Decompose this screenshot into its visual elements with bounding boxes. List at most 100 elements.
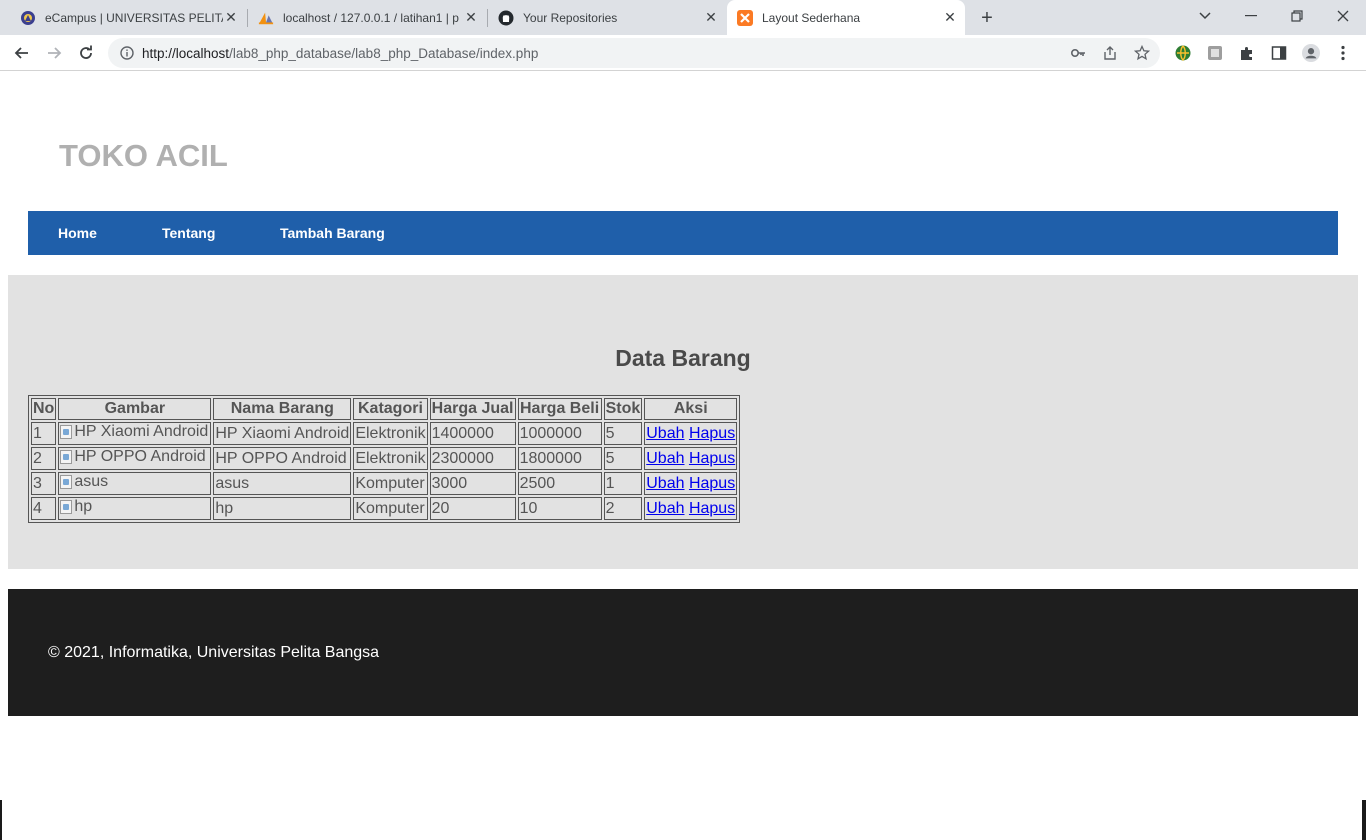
broken-image: asus [60,473,108,491]
table-row: 2 HP OPPO Android HP OPPO Android Elektr… [31,447,738,470]
ubah-link[interactable]: Ubah [646,450,684,467]
cell-harga-jual: 20 [429,497,516,520]
extension-image-icon[interactable] [1206,44,1224,62]
ubah-link[interactable]: Ubah [646,500,684,517]
back-arrow-icon[interactable] [10,41,34,65]
image-alt-text: HP Xiaomi Android [74,423,209,440]
broken-image-icon [60,450,73,464]
share-icon[interactable] [1102,45,1118,61]
hapus-link[interactable]: Hapus [689,500,735,517]
tab-title: Your Repositories [523,10,618,25]
cell-harga-jual: 2300000 [429,447,516,470]
close-window-icon[interactable] [1331,6,1355,26]
column-header: Gambar [58,398,212,420]
cell-harga-jual: 3000 [429,472,516,495]
browser-tab-layout-sederhana[interactable]: Layout Sederhana ✕ [727,0,965,35]
cell-kategori: Komputer [353,497,428,520]
site-info-icon[interactable] [120,46,134,65]
cell-stok: 5 [603,422,643,445]
main-nav: Home Tentang Tambah Barang [28,211,1338,255]
minimize-window-icon[interactable] [1239,6,1263,26]
cell-harga-jual: 1400000 [429,422,516,445]
image-alt-text: hp [74,498,93,515]
ubah-link[interactable]: Ubah [646,475,684,492]
tab-title: eCampus | UNIVERSITAS PELITA B [45,10,223,25]
broken-image-icon [60,475,73,489]
new-tab-button[interactable]: + [976,7,998,29]
cell-kategori: Elektronik [353,422,428,445]
close-tab-icon[interactable]: ✕ [704,10,718,24]
main-content: Data Barang No Gambar Nama Barang Katago… [8,275,1358,569]
tab-title: Layout Sederhana [762,10,861,25]
ubah-link[interactable]: Ubah [646,425,684,442]
tab-title: localhost / 127.0.0.1 / latihan1 | p [283,10,459,25]
cell-harga-beli: 10 [517,497,602,520]
campus-crest-icon [20,10,36,26]
forward-arrow-icon[interactable] [42,41,66,65]
web-page: TOKO ACIL Home Tentang Tambah Barang Dat… [0,72,1366,840]
cell-stok: 1 [603,472,643,495]
site-title: TOKO ACIL [59,138,228,173]
column-header: Harga Beli [517,398,602,420]
key-icon[interactable] [1070,45,1086,61]
url-text: http://localhost/lab8_php_database/lab8_… [142,46,538,61]
extension-globe-icon[interactable] [1174,44,1192,62]
nav-home-link[interactable]: Home [58,225,97,241]
image-alt-text: asus [74,473,109,490]
tab-search-chevron-icon[interactable] [1193,6,1217,26]
cell-no: 1 [31,422,57,445]
cell-gambar: HP OPPO Android [58,447,212,470]
cell-harga-beli: 2500 [517,472,602,495]
cell-nama: asus [213,472,352,495]
column-header: Stok [603,398,643,420]
cell-stok: 5 [603,447,643,470]
cell-nama: hp [213,497,352,520]
broken-image: hp [60,498,92,516]
nav-tentang-link[interactable]: Tentang [162,225,215,241]
cell-gambar: hp [58,497,212,520]
cell-aksi: Ubah Hapus [644,447,738,470]
close-tab-icon[interactable]: ✕ [943,10,957,24]
footer-copyright: © 2021, Informatika, Universitas Pelita … [48,644,380,661]
table-row: 1 HP Xiaomi Android HP Xiaomi Android El… [31,422,738,445]
xampp-icon [737,9,753,26]
browser-tab-github[interactable]: Your Repositories ✕ [488,0,726,35]
nav-tambah-barang-link[interactable]: Tambah Barang [280,225,385,241]
url-path: /lab8_php_database/lab8_php_Database/ind… [229,46,539,61]
cell-nama: HP Xiaomi Android [213,422,352,445]
hapus-link[interactable]: Hapus [689,475,735,492]
cell-kategori: Elektronik [353,447,428,470]
restore-window-icon[interactable] [1285,6,1309,26]
site-footer: © 2021, Informatika, Universitas Pelita … [8,589,1358,716]
window-edge [1362,800,1366,840]
broken-image: HP Xiaomi Android [60,423,208,441]
profile-avatar-icon[interactable] [1302,44,1320,62]
reload-icon[interactable] [74,41,98,65]
puzzle-extensions-icon[interactable] [1238,44,1256,62]
hapus-link[interactable]: Hapus [689,450,735,467]
browser-menu-icon[interactable] [1334,44,1352,62]
broken-image-icon [60,425,73,439]
table-row: 4 hp hp Komputer 20 10 2 Ubah Hapus [31,497,738,520]
window-edge [0,800,2,840]
close-tab-icon[interactable]: ✕ [224,10,238,24]
hapus-link[interactable]: Hapus [689,425,735,442]
table-row: 3 asus asus Komputer 3000 2500 1 Ubah Ha… [31,472,738,495]
column-header: Harga Jual [429,398,516,420]
browser-tab-phpmyadmin[interactable]: localhost / 127.0.0.1 / latihan1 | p ✕ [248,0,486,35]
cell-aksi: Ubah Hapus [644,472,738,495]
cell-gambar: asus [58,472,212,495]
browser-toolbar: http://localhost/lab8_php_database/lab8_… [0,35,1366,71]
cell-no: 2 [31,447,57,470]
phpmyadmin-sail-icon [258,10,274,26]
cell-aksi: Ubah Hapus [644,497,738,520]
address-bar[interactable]: http://localhost/lab8_php_database/lab8_… [108,38,1160,68]
side-panel-icon[interactable] [1270,44,1288,62]
cell-no: 4 [31,497,57,520]
browser-tab-ecampus[interactable]: eCampus | UNIVERSITAS PELITA B ✕ [8,0,246,35]
url-host: http://localhost [142,46,230,61]
cell-no: 3 [31,472,57,495]
close-tab-icon[interactable]: ✕ [464,10,478,24]
bookmark-star-icon[interactable] [1134,45,1150,61]
section-heading: Data Barang [615,345,751,371]
